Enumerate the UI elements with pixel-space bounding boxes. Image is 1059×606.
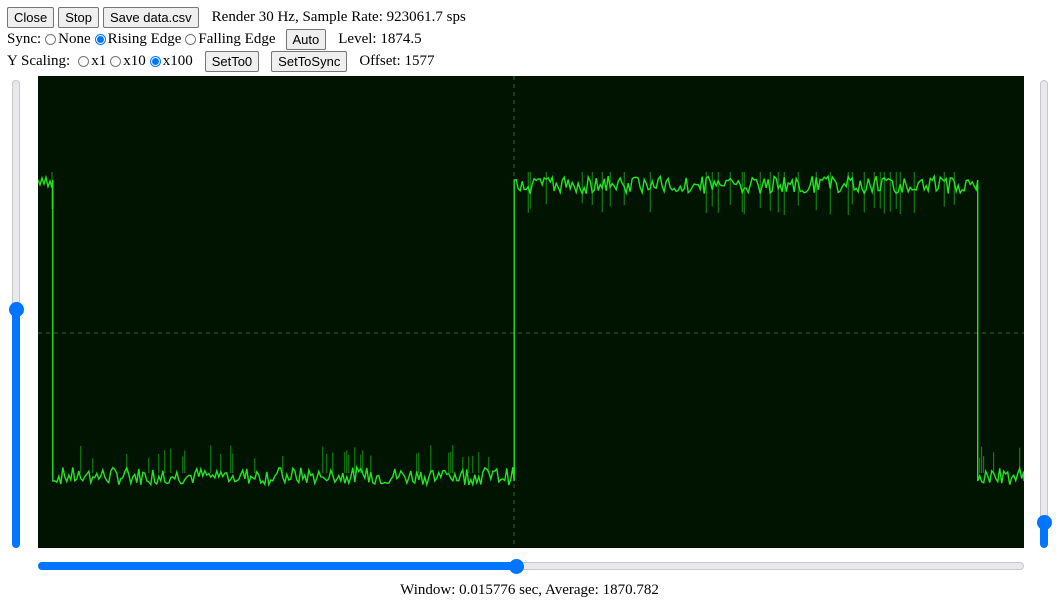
left-slider-fill <box>12 309 20 548</box>
yscale-option-x100[interactable]: x100 <box>146 53 193 70</box>
radio-button[interactable] <box>185 33 197 45</box>
sync-option-falling-edge[interactable]: Falling Edge <box>181 30 276 48</box>
horizontal-slider-fill <box>38 562 515 570</box>
yscale-option-label: x1 <box>91 52 107 69</box>
radio-button[interactable] <box>94 33 106 45</box>
sync-row: Sync: None Rising Edge Falling Edge Auto… <box>7 28 422 50</box>
render-info-text: Render 30 Hz, Sample Rate: 923061.7 sps <box>211 8 466 25</box>
level-text: Level: 1874.5 <box>338 30 422 47</box>
status-text: Window: 0.015776 sec, Average: 1870.782 <box>400 582 659 598</box>
close-button[interactable]: Close <box>7 6 55 28</box>
y-scaling-row: Y Scaling: x1 x10 x100 SetTo0 SetToSync … <box>7 50 434 72</box>
signal-trace <box>38 173 1024 488</box>
y-scaling-label: Y Scaling: <box>7 52 71 69</box>
set-to-sync-button[interactable]: SetToSync <box>271 50 348 72</box>
left-vertical-slider[interactable] <box>9 80 24 548</box>
yscale-option-label: x100 <box>162 52 193 69</box>
radio-button[interactable] <box>45 33 57 45</box>
sync-option-label: Falling Edge <box>198 30 276 47</box>
radio-button[interactable] <box>78 55 90 67</box>
sync-label: Sync: <box>7 30 42 47</box>
sync-option-none[interactable]: None <box>41 31 91 48</box>
signal-noise <box>51 172 1021 473</box>
radio-button[interactable] <box>110 55 122 67</box>
sync-option-label: Rising Edge <box>107 30 182 47</box>
waveform-plot <box>38 76 1024 548</box>
right-slider-thumb[interactable] <box>1037 514 1052 530</box>
set-to-0-button[interactable]: SetTo0 <box>204 50 260 72</box>
offset-text: Offset: 1577 <box>359 52 435 69</box>
sync-option-rising-edge[interactable]: Rising Edge <box>91 30 182 48</box>
yscale-option-x10[interactable]: x10 <box>106 53 146 70</box>
toolbar-row: Close Stop Save data.csv Render 30 Hz, S… <box>7 6 466 28</box>
oscilloscope-display <box>38 76 1024 548</box>
left-slider-thumb[interactable] <box>9 302 24 318</box>
stop-button[interactable]: Stop <box>58 6 99 28</box>
save-data-button[interactable]: Save data.csv <box>103 6 199 28</box>
auto-button[interactable]: Auto <box>285 28 327 50</box>
horizontal-slider[interactable] <box>38 559 1024 574</box>
horizontal-slider-thumb[interactable] <box>508 559 524 574</box>
right-vertical-slider[interactable] <box>1037 80 1052 548</box>
radio-button[interactable] <box>149 55 161 67</box>
yscale-option-x1[interactable]: x1 <box>74 53 106 70</box>
sync-option-label: None <box>58 30 91 47</box>
yscale-option-label: x10 <box>123 52 146 69</box>
